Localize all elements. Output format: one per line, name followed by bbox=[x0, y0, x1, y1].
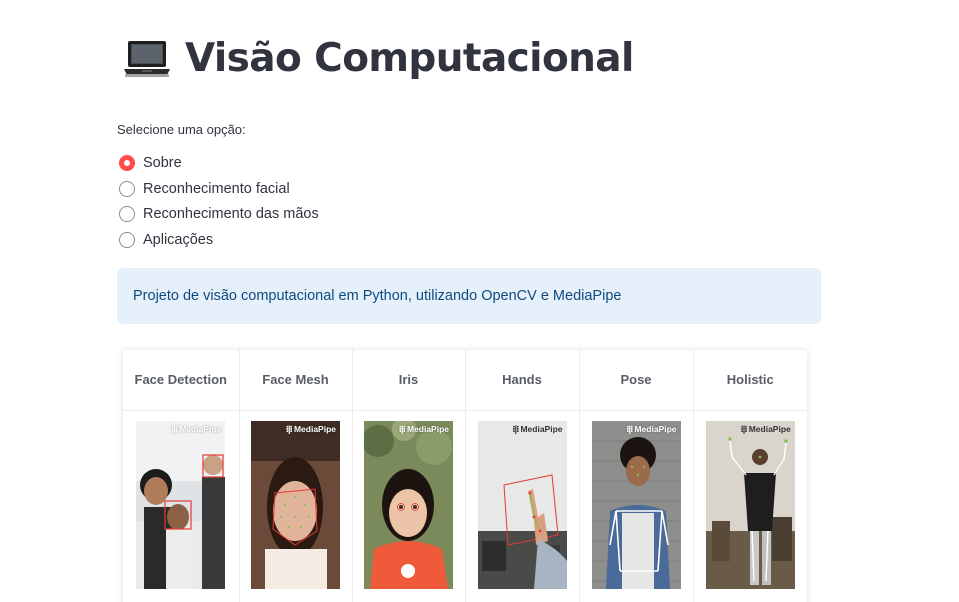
column-header-face-mesh: Face Mesh bbox=[239, 350, 353, 411]
radio-unselected-icon[interactable] bbox=[119, 231, 135, 248]
face-mesh-demo-image: ⁝|⁝ MediaPipe bbox=[251, 420, 340, 589]
table-cell: ⁝|⁝ MediaPipe bbox=[352, 410, 466, 602]
radio-option-aplicacoes[interactable]: Aplicações bbox=[117, 227, 319, 253]
iris-demo-image: ⁝|⁝ MediaPipe bbox=[364, 420, 453, 589]
table-cell: ⁝|⁝ MediaPipe bbox=[693, 410, 807, 602]
pose-demo-image: ⁝|⁝ MediaPipe bbox=[591, 420, 681, 589]
radio-unselected-icon[interactable] bbox=[119, 206, 135, 223]
column-header-face-detection: Face Detection bbox=[123, 350, 240, 411]
radio-option-label: Sobre bbox=[143, 154, 182, 171]
radio-group-label: Selecione uma opção: bbox=[117, 122, 246, 137]
solutions-table-card: Face Detection Face Mesh Iris Hands Pose… bbox=[123, 350, 807, 602]
radio-option-reconhecimento-facial[interactable]: Reconhecimento facial bbox=[117, 176, 319, 202]
mediapipe-logo: ⁝|⁝ MediaPipe bbox=[740, 423, 791, 435]
mediapipe-logo: ⁝|⁝ MediaPipe bbox=[626, 423, 677, 435]
page-title: Visão Computacional bbox=[185, 36, 634, 81]
holistic-demo-image: ⁝|⁝ MediaPipe bbox=[705, 420, 795, 589]
solutions-table: Face Detection Face Mesh Iris Hands Pose… bbox=[123, 350, 807, 602]
radio-option-label: Reconhecimento facial bbox=[143, 180, 290, 197]
page-header: Visão Computacional bbox=[121, 36, 634, 81]
laptop-icon bbox=[124, 40, 170, 77]
face-detection-demo-image: ⁝|⁝ MediaPipe bbox=[136, 420, 226, 589]
table-cell: ⁝|⁝ MediaPipe bbox=[465, 410, 580, 602]
hands-demo-image: ⁝|⁝ MediaPipe bbox=[477, 420, 567, 589]
radio-option-sobre[interactable]: Sobre bbox=[117, 150, 319, 176]
column-header-pose: Pose bbox=[579, 350, 694, 411]
info-alert-text: Projeto de visão computacional em Python… bbox=[133, 288, 622, 304]
option-radio-group: Sobre Reconhecimento facial Reconhecimen… bbox=[117, 150, 319, 253]
mediapipe-logo: ⁝|⁝ MediaPipe bbox=[170, 423, 222, 435]
radio-option-reconhecimento-maos[interactable]: Reconhecimento das mãos bbox=[117, 201, 319, 227]
column-header-holistic: Holistic bbox=[693, 350, 807, 411]
table-cell: ⁝|⁝ MediaPipe bbox=[123, 410, 240, 602]
column-header-iris: Iris bbox=[352, 350, 466, 411]
radio-option-label: Aplicações bbox=[143, 231, 214, 248]
mediapipe-logo: ⁝|⁝ MediaPipe bbox=[285, 423, 336, 435]
table-row: ⁝|⁝ MediaPipe ⁝|⁝ MediaPipe ⁝|⁝ MediaPip… bbox=[123, 410, 807, 602]
table-cell: ⁝|⁝ MediaPipe bbox=[239, 410, 353, 602]
info-alert: Projeto de visão computacional em Python… bbox=[117, 268, 821, 324]
table-cell: ⁝|⁝ MediaPipe bbox=[579, 410, 694, 602]
radio-unselected-icon[interactable] bbox=[119, 180, 135, 197]
column-header-hands: Hands bbox=[465, 350, 580, 411]
mediapipe-logo: ⁝|⁝ MediaPipe bbox=[398, 423, 449, 435]
radio-selected-icon[interactable] bbox=[119, 154, 135, 171]
mediapipe-logo: ⁝|⁝ MediaPipe bbox=[512, 423, 563, 435]
table-header-row: Face Detection Face Mesh Iris Hands Pose… bbox=[123, 350, 807, 411]
radio-option-label: Reconhecimento das mãos bbox=[143, 206, 319, 223]
